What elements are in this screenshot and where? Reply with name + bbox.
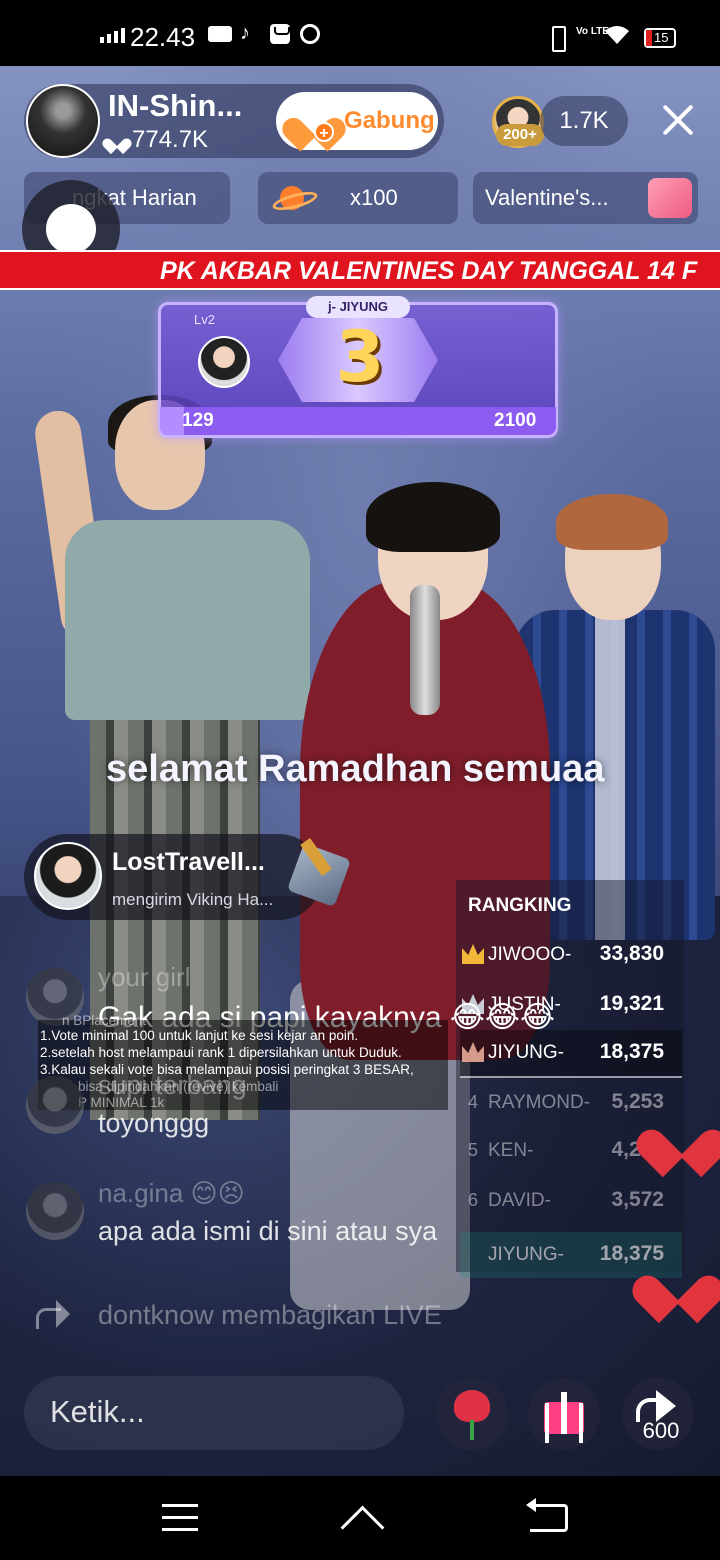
floating-heart-icon [654,1110,710,1160]
chat-message: apa ada ismi di sini atau sya [98,1216,438,1246]
host-name[interactable]: IN-Shin... [108,88,258,124]
viewer-badge: 200+ [496,124,544,146]
crown-gold-icon [462,944,484,964]
rule-line: 2.setelah host melampaui rank 1 dipersil… [40,1045,402,1060]
share-icon [36,1300,72,1332]
ranking-name: DAVID- [488,1190,551,1211]
join-button[interactable]: + Gabung [276,92,438,150]
gift-icon[interactable] [528,1378,600,1450]
chat-avatar[interactable] [26,1182,84,1240]
ranking-divider [460,1076,682,1078]
rule-line: n BPlacement [62,1013,147,1028]
join-label: Gabung [344,107,435,134]
rank-number: 3 [335,316,385,398]
ranking-row: 6 DAVID- 3,572 [460,1178,682,1224]
close-icon[interactable] [658,100,698,140]
host-avatar[interactable] [26,84,100,158]
ranking-name: JIWOOO- [488,944,572,965]
ranking-score: 19,321 [599,992,664,1015]
ranking-name: KEN- [488,1140,534,1161]
status-time: 22.43 [130,22,196,52]
chat-message: toyonggg [98,1108,210,1138]
floating-heart-icon [650,1256,706,1306]
ranking-name: JIYUNG- [488,1042,564,1063]
tiktok-icon: ♪ [240,22,250,44]
chip-valentines[interactable]: Valentine's... [473,172,698,224]
ranking-score: 33,830 [599,942,664,965]
event-banner-text: PK AKBAR VALENTINES DAY TANGGAL 14 F [160,257,698,285]
ranking-self-row: JIYUNG- 18,375 [460,1232,682,1278]
gift-sender-avatar[interactable] [34,842,102,910]
ranking-score: 3,572 [611,1188,664,1211]
ranking-row: 4 RAYMOND- 5,253 [460,1080,682,1126]
chat-username: na.gina 😊😣 [98,1178,245,1208]
rank-level: Lv2 [194,312,215,327]
share-count: 600 [642,1418,680,1443]
chip-valentines-label: Valentine's... [485,185,609,210]
chat-avatar[interactable] [26,1076,84,1134]
ranking-row-highlighted: JIYUNG- 18,375 [460,1030,682,1076]
rose-gift-icon[interactable] [436,1378,508,1450]
gift-message: mengirim Viking Ha... [112,890,274,909]
comment-input-placeholder[interactable]: Ketik... [50,1394,145,1430]
status-bar: 22.43 ♪ Vo LTE 15 [0,0,720,66]
event-banner: PK AKBAR VALENTINES DAY TANGGAL 14 F [0,250,720,290]
sync-icon [300,24,320,44]
chat-username: your girl [98,962,191,992]
ranking-position: 6 [468,1190,479,1210]
crown-bronze-icon [462,1042,484,1062]
mail-icon [270,24,290,44]
valentine-heart-icon [648,178,692,218]
ranking-score: 18,375 [599,1040,664,1063]
host-likes-count: 774.7K [132,126,209,153]
viking-gift-icon [280,830,360,916]
wifi-icon [605,26,629,44]
signal-icon [100,28,125,43]
rank-progress-fill [160,407,184,435]
menu-icon[interactable] [162,1504,198,1532]
plus-icon: + [314,122,334,142]
video-call-icon [208,26,232,42]
viewer-count[interactable]: 1.7K [540,96,628,146]
rank-name: j- JIYUNG [306,296,410,318]
ranking-name: JIYUNG- [488,1244,564,1265]
vibrate-icon [545,26,569,52]
home-icon[interactable] [338,1500,384,1534]
gift-sender-name: LostTravell... [112,848,265,876]
ranking-title: RANGKING [468,895,572,916]
ranking-position: 5 [468,1140,479,1160]
host-likes: 774.7K [108,126,208,154]
chip-multiplier[interactable]: x100 [258,172,458,224]
heart-icon [108,132,126,148]
chip-multiplier-label: x100 [350,185,398,210]
ranking-position: 4 [468,1092,479,1112]
rule-line: 1.Vote minimal 100 untuk lanjut ke sesi … [40,1028,359,1043]
chat-share-event: dontknow membagikan LIVE [98,1300,442,1330]
planet-icon [272,184,312,212]
battery-icon: 15 [644,28,676,48]
rank-target-points: 2100 [494,410,537,431]
ranking-row: JIWOOO- 33,830 [460,932,682,978]
ranking-name: RAYMOND- [488,1092,591,1113]
chat-message: supi terbang [98,1070,247,1100]
back-icon[interactable] [526,1498,568,1532]
rank-current-points: 129 [182,410,214,431]
video-caption: selamat Ramadhan semuaa [106,748,605,790]
rank-avatar [198,336,250,388]
